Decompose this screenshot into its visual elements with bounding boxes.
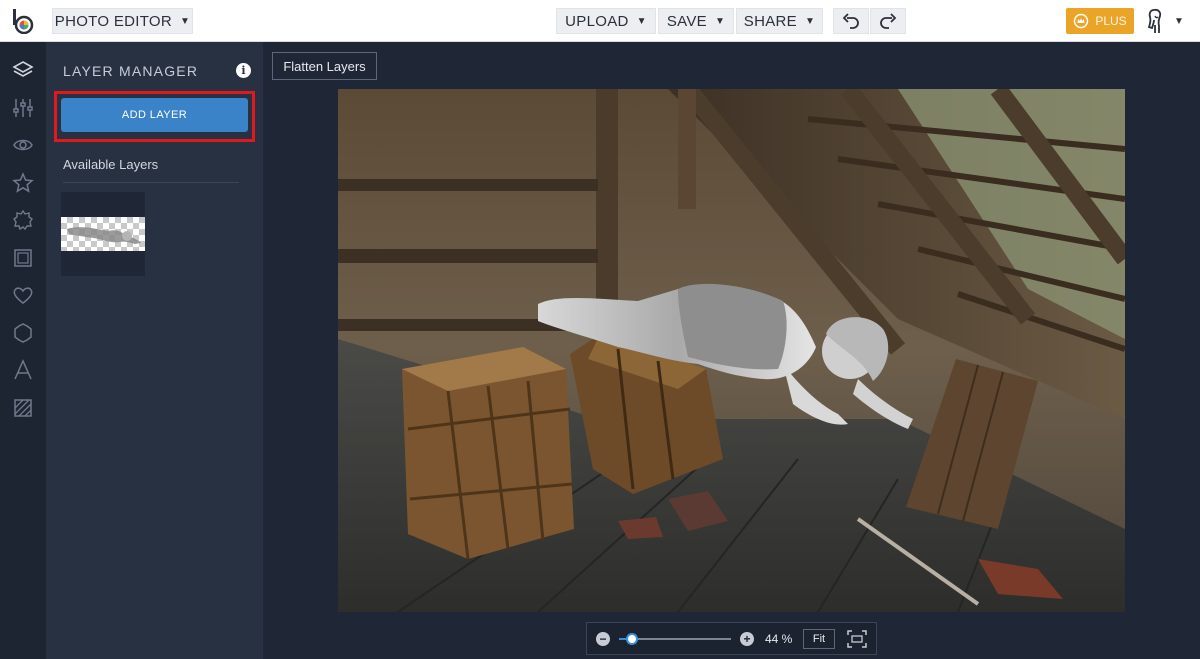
sidebar-item-frames[interactable]: [11, 246, 35, 270]
sidebar-item-graphics[interactable]: [11, 321, 35, 345]
caret-down-icon: ▼: [1174, 15, 1184, 27]
caret-down-icon: ▼: [180, 15, 191, 27]
add-layer-button[interactable]: ADD LAYER: [61, 98, 248, 132]
sidebar-item-text[interactable]: [11, 358, 35, 382]
user-menu[interactable]: ▼: [1146, 6, 1192, 36]
zoom-controls: − + 44 % Fit: [586, 622, 877, 655]
redo-icon: [880, 13, 897, 29]
upload-button[interactable]: UPLOAD ▼: [556, 8, 656, 34]
star-icon: [12, 172, 34, 193]
gear-badge-icon: [13, 209, 33, 231]
layers-icon: [12, 61, 34, 77]
workspace: Flatten Layers − + 44 % Fit: [263, 42, 1200, 659]
user-avatar-icon: [1147, 8, 1162, 33]
upload-label: UPLOAD: [565, 12, 629, 30]
sidebar-item-textures[interactable]: [11, 396, 35, 420]
sidebar-item-layers[interactable]: [11, 58, 35, 82]
photo-editor-menu[interactable]: PHOTO EDITOR ▼: [52, 8, 193, 34]
fullscreen-icon: [847, 630, 867, 648]
divider: [63, 182, 239, 183]
sidebar-item-artsy[interactable]: [11, 208, 35, 232]
zoom-value: 44 %: [765, 632, 793, 646]
zoom-slider-handle[interactable]: [626, 633, 639, 645]
top-bar: PHOTO EDITOR ▼ UPLOAD ▼ SAVE ▼ SHARE ▼ P…: [0, 0, 1200, 42]
save-label: SAVE: [666, 12, 707, 30]
tool-rail: [0, 42, 46, 659]
fit-button[interactable]: Fit: [803, 629, 835, 649]
save-button[interactable]: SAVE ▼: [658, 8, 734, 34]
caret-down-icon: ▼: [636, 15, 647, 27]
layer-preview-figure: [67, 227, 141, 244]
caret-down-icon: ▼: [804, 15, 816, 27]
available-layers-label: Available Layers: [63, 157, 159, 172]
caret-down-icon: ▼: [714, 15, 726, 27]
heart-icon: [13, 287, 33, 304]
frame-icon: [14, 249, 32, 267]
sidebar-item-effects[interactable]: [11, 171, 35, 195]
sidebar-item-touch-up[interactable]: [11, 133, 35, 157]
flatten-layers-button[interactable]: Flatten Layers: [272, 52, 377, 80]
layer-manager-panel: LAYER MANAGER i ADD LAYER Available Laye…: [46, 42, 263, 659]
zoom-out-button[interactable]: −: [596, 632, 610, 646]
sidebar-item-overlays[interactable]: [11, 283, 35, 307]
plus-label: PLUS: [1095, 14, 1127, 28]
info-icon[interactable]: i: [236, 63, 251, 78]
share-button[interactable]: SHARE ▼: [736, 8, 823, 34]
layer-thumbnail[interactable]: [61, 192, 145, 276]
text-icon: [14, 359, 32, 380]
undo-button[interactable]: [833, 8, 869, 34]
plus-crown-icon: [1074, 13, 1089, 29]
share-label: SHARE: [743, 12, 797, 30]
sliders-icon: [13, 99, 33, 117]
photo-editor-label: PHOTO EDITOR: [54, 12, 173, 30]
redo-button[interactable]: [870, 8, 906, 34]
fullscreen-button[interactable]: [846, 629, 868, 649]
befunky-logo-icon[interactable]: [10, 8, 36, 34]
badge-icon: [14, 323, 32, 343]
zoom-in-button[interactable]: +: [740, 632, 754, 646]
plus-upgrade-button[interactable]: PLUS: [1066, 8, 1134, 34]
attic-photo: [338, 89, 1125, 612]
panel-title: LAYER MANAGER: [63, 63, 199, 79]
undo-icon: [842, 13, 859, 29]
sidebar-item-edit[interactable]: [11, 96, 35, 120]
photo-canvas[interactable]: [338, 89, 1125, 612]
texture-icon: [14, 399, 32, 417]
eye-icon: [13, 139, 33, 151]
